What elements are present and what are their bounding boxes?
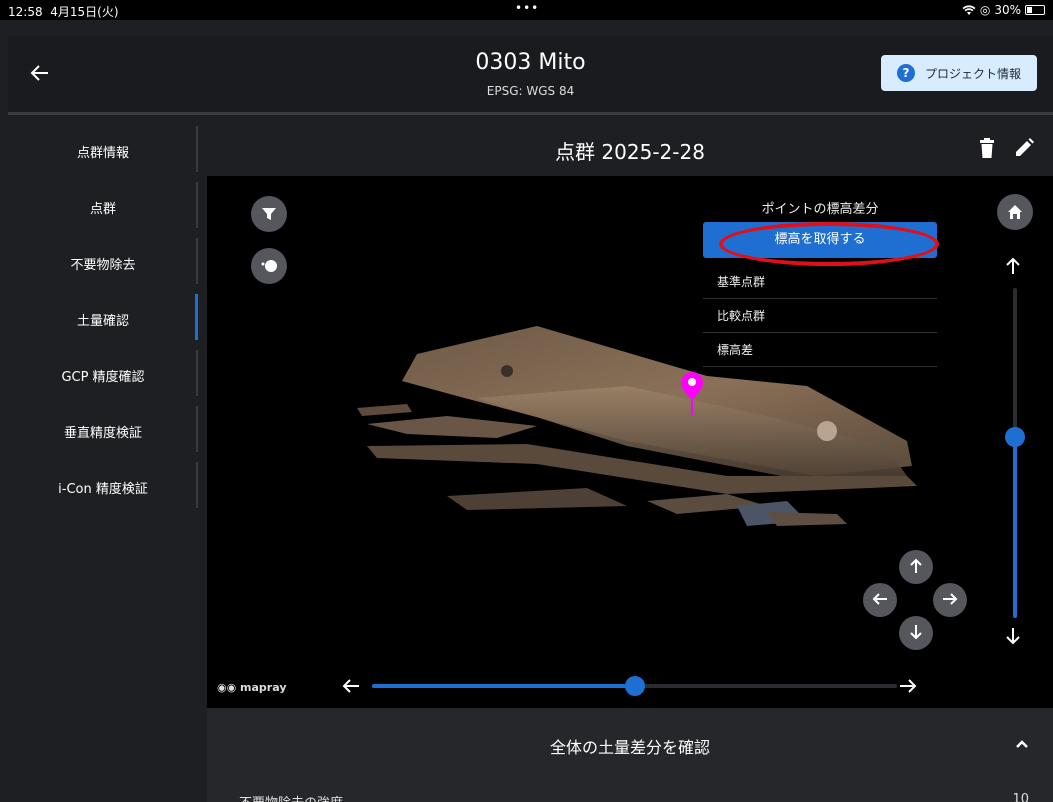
sidebar-item-noise-removal[interactable]: 不要物除去 xyxy=(8,234,207,290)
highlight-annotation xyxy=(719,222,939,266)
toggle-icon xyxy=(261,260,277,272)
vertical-slider-fill xyxy=(1013,436,1017,618)
pan-left-button[interactable] xyxy=(863,583,897,617)
pointcloud-titlebar: 点群 2025-2-28 xyxy=(207,122,1053,176)
sidebar-divider xyxy=(196,126,198,172)
comparison-pointcloud-row: 比較点群 xyxy=(703,298,937,333)
project-info-label: プロジェクト情報 xyxy=(924,66,1021,81)
location-pin-icon xyxy=(681,372,703,416)
edit-button[interactable] xyxy=(1013,137,1035,159)
rotate-right-button[interactable] xyxy=(899,675,917,699)
arrow-up-icon xyxy=(910,558,922,573)
edit-pencil-icon xyxy=(1016,138,1034,156)
noise-removal-strength-value: 10 xyxy=(1012,792,1029,802)
volume-diff-section: 全体の土量差分を確認 不要物除去の強度 10 xyxy=(207,708,1053,802)
wifi-icon xyxy=(962,4,976,15)
rotate-left-button[interactable] xyxy=(342,675,360,699)
app-header: 0303 Mito EPSG: WGS 84 ? プロジェクト情報 xyxy=(8,36,1053,115)
panel-title: ポイントの標高差分 xyxy=(761,202,879,217)
filter-icon xyxy=(262,208,276,220)
sidebar-divider xyxy=(196,238,198,284)
chevron-up-icon xyxy=(1016,740,1028,748)
sidebar-item-icon-accuracy[interactable]: i-Con 精度検証 xyxy=(8,458,207,514)
home-button[interactable] xyxy=(997,194,1033,230)
status-bar: 12:58 4月15日(火) ••• ◎ 30% xyxy=(0,0,1053,20)
horizontal-slider-thumb[interactable] xyxy=(624,676,645,696)
reference-pointcloud-row: 基準点群 xyxy=(703,264,937,299)
arrow-left-icon xyxy=(872,593,887,605)
arrow-left-icon xyxy=(342,679,359,693)
sidebar: 点群情報 点群 不要物除去 土量確認 GCP 精度確認 垂直精度検証 i-Con… xyxy=(8,122,207,802)
sidebar-divider xyxy=(196,462,198,508)
pan-up-button[interactable] xyxy=(899,550,933,584)
zoom-down-button[interactable] xyxy=(1005,626,1021,650)
project-info-button[interactable]: ? プロジェクト情報 xyxy=(881,55,1037,91)
battery-percent: 30% xyxy=(994,3,1021,17)
delete-button[interactable] xyxy=(979,137,995,159)
pointcloud-title: 点群 2025-2-28 xyxy=(555,140,705,164)
arrow-down-icon xyxy=(910,625,922,640)
arrow-down-icon xyxy=(1006,628,1020,645)
orientation-lock-icon: ◎ xyxy=(979,3,991,17)
elevation-diff-panel: ポイントの標高差分 標高を取得する 基準点群 比較点群 標高差 xyxy=(703,188,937,370)
toggle-button[interactable] xyxy=(251,248,287,284)
sidebar-item-gcp-accuracy[interactable]: GCP 精度確認 xyxy=(8,346,207,402)
volume-diff-title[interactable]: 全体の土量差分を確認 xyxy=(207,734,1053,758)
home-icon xyxy=(1008,205,1022,219)
status-time: 12:58 4月15日(火) xyxy=(8,5,119,19)
sidebar-item-volume-check[interactable]: 土量確認 xyxy=(8,290,207,346)
sidebar-item-vertical-accuracy[interactable]: 垂直精度検証 xyxy=(8,402,207,458)
app-frame: 12:58 4月15日(火) ••• ◎ 30% 0303 Mito EPSG:… xyxy=(0,0,1053,802)
pan-down-button[interactable] xyxy=(899,616,933,650)
multitask-dots[interactable]: ••• xyxy=(515,1,539,15)
arrow-right-icon xyxy=(900,679,917,693)
status-right: ◎ 30% xyxy=(962,3,1045,17)
trash-icon xyxy=(980,138,994,158)
mapray-logo-icon: ◉◉ xyxy=(217,681,237,694)
arrow-up-icon xyxy=(1006,257,1020,274)
collapse-button[interactable] xyxy=(1015,734,1029,753)
pan-right-button[interactable] xyxy=(933,583,967,617)
sidebar-divider xyxy=(196,182,198,228)
zoom-up-button[interactable] xyxy=(1005,256,1021,280)
battery-icon xyxy=(1025,5,1045,15)
sidebar-item-pointcloud-info[interactable]: 点群情報 xyxy=(8,122,207,178)
sidebar-divider xyxy=(196,406,198,452)
elevation-diff-row: 標高差 xyxy=(703,332,937,367)
sidebar-active-indicator xyxy=(195,294,198,340)
horizontal-slider-fill xyxy=(372,684,635,688)
help-icon: ? xyxy=(896,64,915,82)
pointcloud-viewer[interactable]: ポイントの標高差分 標高を取得する 基準点群 比較点群 標高差 ◉◉ mapra… xyxy=(207,176,1053,708)
arrow-right-icon xyxy=(943,593,958,605)
vertical-slider-thumb[interactable] xyxy=(1005,426,1025,447)
noise-removal-strength-label: 不要物除去の強度 xyxy=(239,792,343,802)
mapray-logo: ◉◉ mapray xyxy=(217,681,287,694)
filter-button[interactable] xyxy=(251,196,287,232)
sidebar-divider xyxy=(196,350,198,396)
sidebar-item-pointcloud[interactable]: 点群 xyxy=(8,178,207,234)
